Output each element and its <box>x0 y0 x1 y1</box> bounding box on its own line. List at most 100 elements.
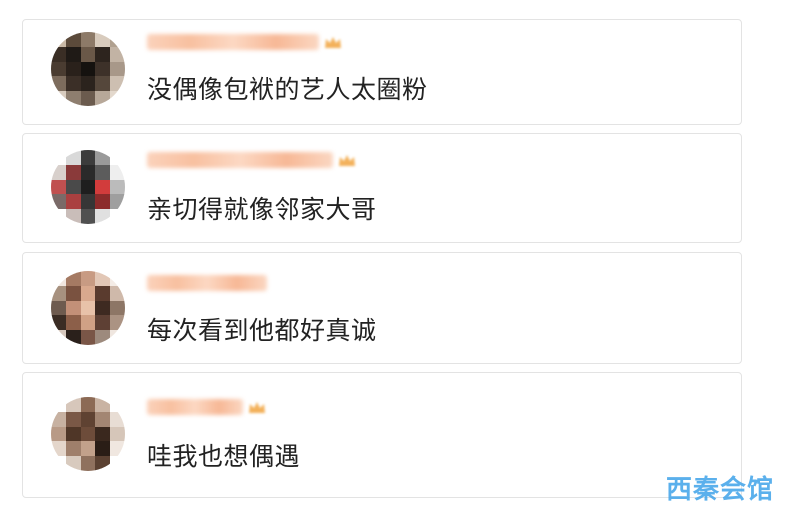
avatar-pixel <box>65 179 81 195</box>
avatar-pixel <box>110 456 125 471</box>
comment-text: 亲切得就像邻家大哥 <box>147 195 377 224</box>
avatar-pixel <box>95 46 111 62</box>
avatar-pixel <box>65 32 81 47</box>
redacted-name-blur <box>147 34 319 50</box>
avatar-pixel <box>65 46 81 62</box>
avatar-pixel <box>110 397 125 412</box>
avatar-pixel <box>51 315 66 331</box>
avatar-pixel <box>65 456 81 471</box>
avatar-pixel <box>80 456 96 471</box>
avatar-pixel <box>110 91 125 106</box>
avatar-pixel <box>95 91 111 106</box>
avatar-pixel <box>80 209 96 224</box>
avatar-pixel <box>80 330 96 345</box>
avatar-pixel <box>80 300 96 316</box>
watermark-logo: 西秦会馆 <box>665 475 774 505</box>
avatar-pixel <box>51 150 66 165</box>
avatar-pixel <box>95 32 111 47</box>
avatar-pixel <box>65 271 81 286</box>
avatar-pixel <box>110 209 125 224</box>
avatar-pixel <box>95 315 111 331</box>
avatar[interactable] <box>51 150 125 224</box>
comment-card[interactable]: 每次看到他都好真诚 <box>22 252 742 364</box>
avatar-pixel <box>51 209 66 224</box>
avatar-pixel <box>95 441 111 457</box>
avatar-pixel <box>110 61 125 77</box>
avatar-pixel <box>51 300 66 316</box>
comment-text: 哇我也想偶遇 <box>147 442 301 471</box>
crown-badge-icon <box>325 37 341 48</box>
avatar-pixel <box>95 164 111 180</box>
avatar-pixel <box>80 411 96 427</box>
avatar-pixel <box>110 194 125 210</box>
avatar-pixel <box>51 441 66 457</box>
avatar-pixel <box>51 61 66 77</box>
comment-text: 没偶像包袱的艺人太圈粉 <box>147 75 428 104</box>
avatar-pixel <box>65 330 81 345</box>
avatar-pixel <box>51 456 66 471</box>
avatar-pixel <box>65 315 81 331</box>
avatar-pixel <box>80 397 96 412</box>
avatar-pixel <box>110 271 125 286</box>
avatar-pixel <box>80 285 96 301</box>
avatar-pixel <box>65 209 81 224</box>
avatar-pixel <box>65 164 81 180</box>
username-redacted[interactable] <box>147 150 357 170</box>
avatar-pixel <box>95 61 111 77</box>
avatar-pixel <box>51 271 66 286</box>
avatar-pixel <box>110 76 125 92</box>
avatar-pixel <box>65 285 81 301</box>
avatar[interactable] <box>51 397 125 471</box>
avatar[interactable] <box>51 271 125 345</box>
avatar-pixel <box>110 32 125 47</box>
avatar-pixel <box>95 209 111 224</box>
comment-card[interactable]: 亲切得就像邻家大哥 <box>22 133 742 243</box>
crown-badge-icon <box>249 402 265 413</box>
avatar-pixel <box>51 46 66 62</box>
avatar-pixel <box>65 397 81 412</box>
avatar-pixel <box>110 300 125 316</box>
redacted-name-blur <box>147 152 333 168</box>
avatar-pixel <box>95 179 111 195</box>
avatar[interactable] <box>51 32 125 106</box>
avatar-pixel <box>95 150 111 165</box>
avatar-pixel <box>51 426 66 442</box>
avatar-pixel <box>95 285 111 301</box>
avatar-pixel <box>80 46 96 62</box>
username-redacted[interactable] <box>147 32 343 52</box>
avatar-pixel <box>80 91 96 106</box>
avatar-pixel <box>65 441 81 457</box>
avatar-pixel <box>95 271 111 286</box>
avatar-pixel <box>65 300 81 316</box>
username-redacted[interactable] <box>147 397 267 417</box>
avatar-mosaic <box>51 397 125 471</box>
crown-badge-icon <box>339 155 355 166</box>
avatar-pixel <box>80 76 96 92</box>
avatar-pixel <box>110 315 125 331</box>
avatar-pixel <box>51 397 66 412</box>
avatar-pixel <box>80 426 96 442</box>
comment-card[interactable]: 哇我也想偶遇 <box>22 372 742 498</box>
avatar-pixel <box>51 330 66 345</box>
avatar-pixel <box>110 150 125 165</box>
avatar-pixel <box>80 441 96 457</box>
avatar-pixel <box>65 411 81 427</box>
avatar-pixel <box>110 46 125 62</box>
avatar-pixel <box>95 194 111 210</box>
avatar-pixel <box>110 285 125 301</box>
avatar-pixel <box>95 397 111 412</box>
avatar-pixel <box>110 411 125 427</box>
avatar-pixel <box>95 300 111 316</box>
avatar-pixel <box>95 330 111 345</box>
avatar-pixel <box>80 164 96 180</box>
comment-feed: 没偶像包袱的艺人太圈粉 亲切得就像邻家大哥 每次看到他都好真诚 哇我也想偶遇 西… <box>0 0 786 512</box>
redacted-name-blur <box>147 399 243 415</box>
avatar-pixel <box>51 194 66 210</box>
avatar-pixel <box>80 271 96 286</box>
avatar-pixel <box>80 179 96 195</box>
comment-card[interactable]: 没偶像包袱的艺人太圈粉 <box>22 19 742 125</box>
username-redacted[interactable] <box>147 273 267 293</box>
comment-text: 每次看到他都好真诚 <box>147 316 377 345</box>
avatar-pixel <box>51 91 66 106</box>
avatar-mosaic <box>51 32 125 106</box>
